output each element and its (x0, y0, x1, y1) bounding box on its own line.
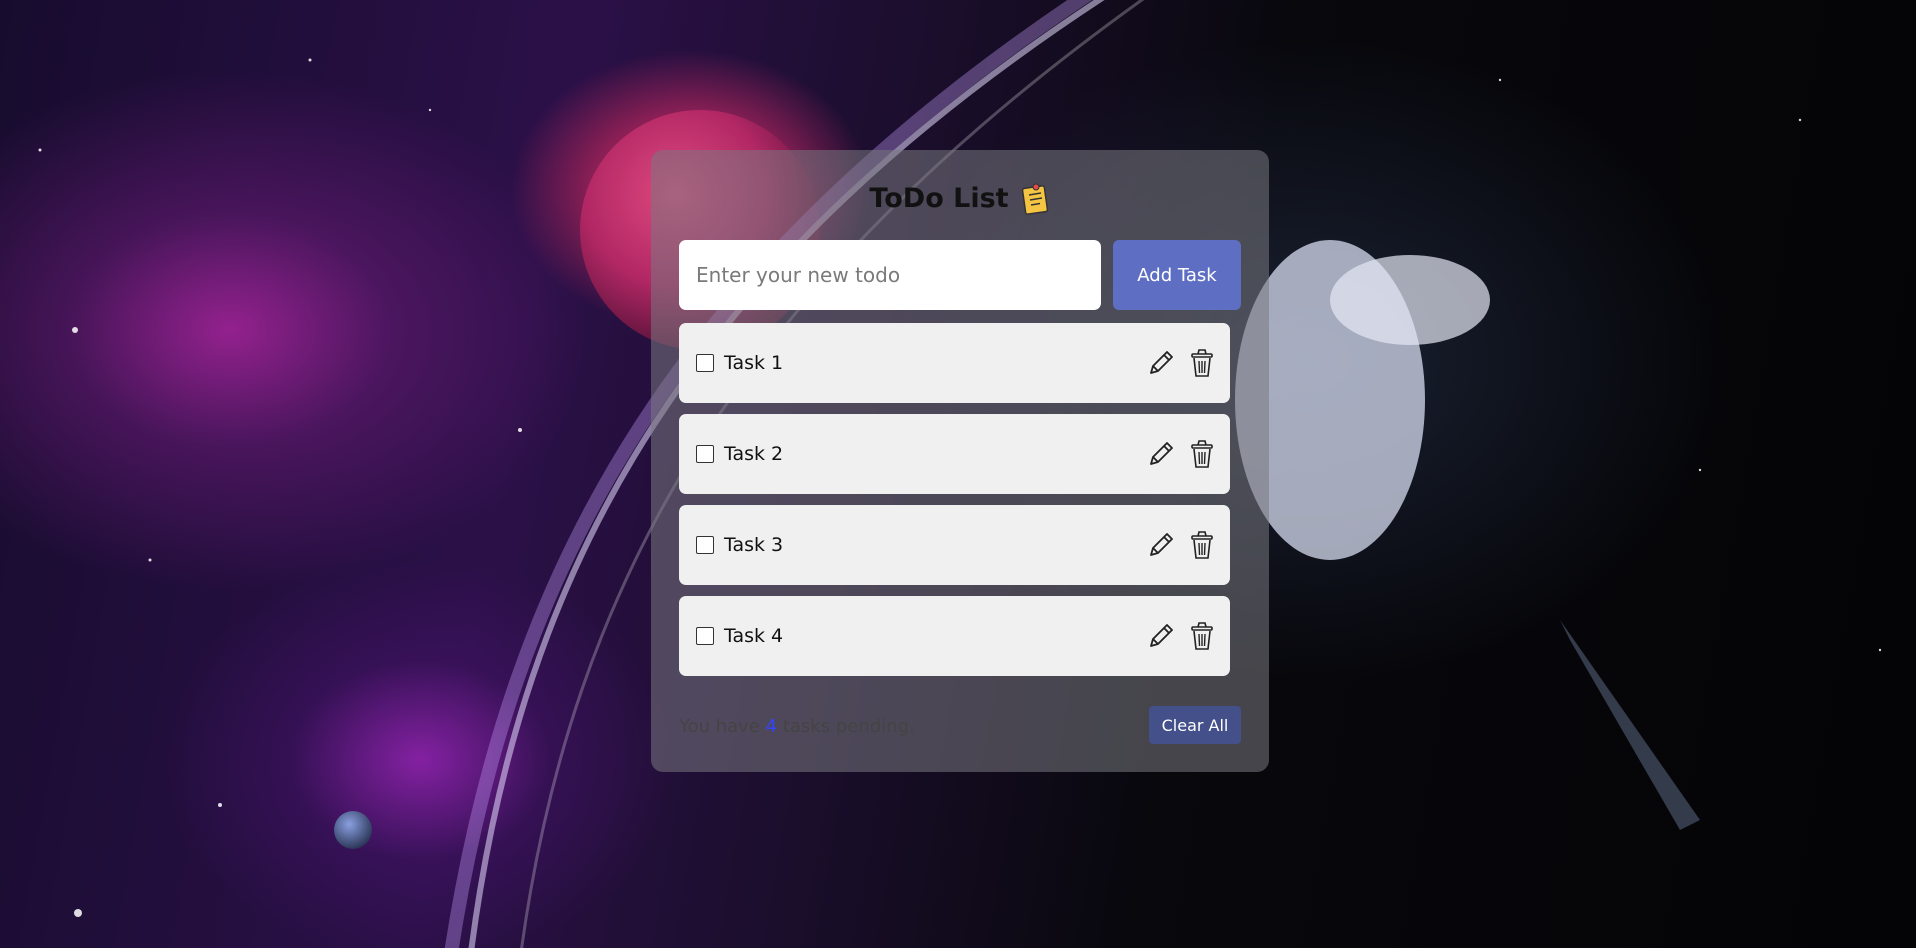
task-label: Task 4 (724, 625, 784, 647)
task-label: Task 3 (724, 534, 784, 556)
pending-prefix: You have (679, 716, 760, 737)
task-checkbox[interactable] (696, 445, 714, 463)
task-checkbox[interactable] (696, 354, 714, 372)
task-checkbox[interactable] (696, 536, 714, 554)
trash-icon[interactable] (1189, 348, 1215, 378)
pencil-icon[interactable] (1146, 530, 1176, 560)
new-task-row: Add Task (679, 240, 1241, 310)
task-item: Task 2 (679, 414, 1230, 494)
add-task-button[interactable]: Add Task (1113, 240, 1241, 310)
app-title: ToDo List (869, 182, 1009, 214)
trash-icon[interactable] (1189, 439, 1215, 469)
clear-all-button[interactable]: Clear All (1149, 706, 1241, 744)
trash-icon[interactable] (1189, 530, 1215, 560)
header: ToDo List (651, 178, 1269, 218)
pending-suffix: tasks pending. (782, 716, 915, 737)
task-list: Task 1 Task 2 Task 3 Task 4 (679, 323, 1230, 687)
pencil-icon[interactable] (1146, 621, 1176, 651)
memo-icon (1021, 181, 1051, 215)
task-label: Task 1 (724, 352, 784, 374)
pencil-icon[interactable] (1146, 439, 1176, 469)
task-label: Task 2 (724, 443, 784, 465)
pending-count: 4 (765, 716, 778, 737)
small-planet (334, 811, 372, 849)
pending-status: You have 4 tasks pending. (679, 716, 915, 737)
task-item: Task 3 (679, 505, 1230, 585)
pencil-icon[interactable] (1146, 348, 1176, 378)
task-item: Task 1 (679, 323, 1230, 403)
task-checkbox[interactable] (696, 627, 714, 645)
todo-card: ToDo List Add Task Task 1 (651, 150, 1269, 772)
new-todo-input[interactable] (679, 240, 1101, 310)
trash-icon[interactable] (1189, 621, 1215, 651)
task-item: Task 4 (679, 596, 1230, 676)
footer: You have 4 tasks pending. Clear All (679, 706, 1241, 746)
